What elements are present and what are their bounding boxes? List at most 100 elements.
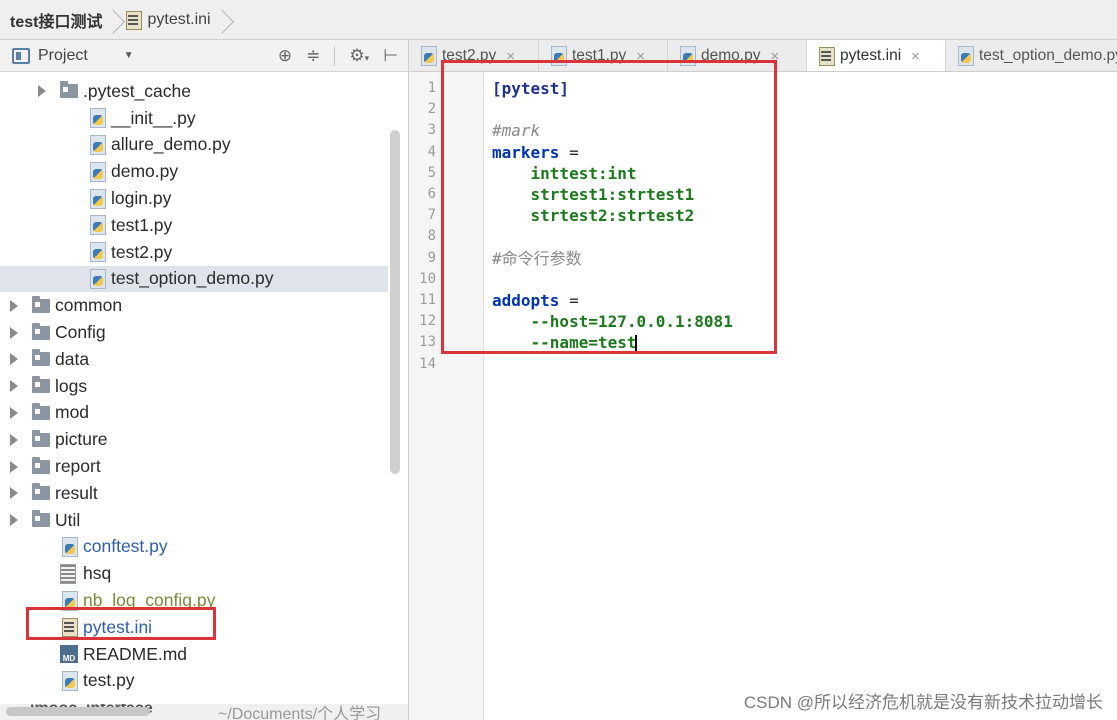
tree-item-label: test1.py bbox=[111, 214, 173, 235]
breadcrumb-separator bbox=[217, 5, 227, 35]
tree-item-label: login.py bbox=[111, 188, 172, 209]
folder-icon bbox=[32, 510, 50, 528]
breadcrumb-separator bbox=[108, 5, 118, 35]
expand-arrow-icon[interactable] bbox=[10, 433, 18, 446]
tree-folder-item[interactable]: .pytest_cache bbox=[0, 78, 388, 105]
editor-tab[interactable]: test_option_demo.py bbox=[946, 40, 1117, 71]
folder-icon bbox=[32, 349, 50, 367]
tree-item-label: test.py bbox=[83, 670, 135, 691]
python-file-icon bbox=[419, 46, 437, 66]
tree-file-item[interactable]: login.py bbox=[0, 185, 388, 212]
root-project-path: ~/Documents/个人学习 bbox=[218, 706, 382, 720]
python-file-icon bbox=[88, 242, 106, 263]
tree-file-item[interactable]: test1.py bbox=[0, 212, 388, 239]
line-number: 1 bbox=[427, 80, 436, 96]
tree-item-label: conftest.py bbox=[83, 536, 168, 557]
editor-tab[interactable]: pytest.ini × bbox=[807, 40, 946, 71]
tree-item-label: result bbox=[55, 482, 98, 503]
tree-item-label: logs bbox=[55, 375, 88, 396]
breadcrumb-file[interactable]: pytest.ini bbox=[118, 0, 216, 39]
line-number: 14 bbox=[419, 355, 436, 372]
line-number: 6 bbox=[427, 186, 436, 202]
python-file-icon bbox=[60, 670, 78, 691]
highlight-box-code bbox=[441, 60, 777, 354]
tab-label: test_option_demo.py bbox=[979, 47, 1117, 64]
python-file-icon bbox=[956, 46, 974, 66]
tree-item-label: common bbox=[55, 295, 123, 316]
collapse-icon[interactable]: ≑ bbox=[306, 46, 320, 66]
folder-icon bbox=[32, 456, 50, 474]
tree-folder-item[interactable]: picture bbox=[0, 426, 388, 453]
target-icon[interactable]: ⊕ bbox=[278, 46, 292, 66]
expand-arrow-icon[interactable] bbox=[10, 353, 18, 366]
python-file-icon bbox=[60, 536, 78, 557]
tree-bottom-row: imooc_interface ~/Documents/个人学习 bbox=[0, 704, 408, 720]
breadcrumb-project[interactable]: test接口测试 bbox=[4, 0, 108, 39]
project-view-selector[interactable]: Project bbox=[38, 47, 88, 65]
expand-arrow-icon[interactable] bbox=[10, 326, 18, 339]
expand-arrow-icon[interactable] bbox=[10, 299, 18, 312]
tree-horizontal-scrollbar[interactable] bbox=[6, 707, 150, 716]
tree-folder-item[interactable]: logs bbox=[0, 373, 388, 400]
ini-file-icon bbox=[124, 10, 143, 30]
tree-file-item[interactable]: test_option_demo.py bbox=[0, 265, 388, 293]
line-number: 12 bbox=[419, 313, 436, 330]
breadcrumb-file-label: pytest.ini bbox=[147, 10, 211, 28]
tree-file-item[interactable]: MD README.md bbox=[0, 641, 388, 668]
tree-file-item[interactable]: hsq bbox=[0, 560, 388, 587]
tree-folder-item[interactable]: Config bbox=[0, 319, 388, 346]
python-file-icon bbox=[88, 108, 106, 129]
chevron-down-icon[interactable]: ▼ bbox=[124, 50, 134, 61]
hide-panel-icon[interactable]: ⊢ bbox=[383, 46, 398, 66]
expand-arrow-icon[interactable] bbox=[10, 406, 18, 419]
expand-arrow-icon[interactable] bbox=[38, 85, 46, 98]
tree-file-item[interactable]: demo.py bbox=[0, 158, 388, 185]
tree-item-label: .pytest_cache bbox=[83, 80, 191, 101]
expand-arrow-icon[interactable] bbox=[10, 460, 18, 473]
project-icon bbox=[12, 47, 30, 64]
line-number: 11 bbox=[419, 292, 436, 308]
breadcrumb: test接口测试 pytest.ini bbox=[0, 0, 1117, 40]
tree-item-label: data bbox=[55, 348, 90, 369]
close-tab-icon[interactable]: × bbox=[911, 48, 920, 65]
tree-item-label: __init__.py bbox=[111, 107, 196, 128]
expand-arrow-icon[interactable] bbox=[10, 514, 18, 527]
tree-folder-item[interactable]: Util bbox=[0, 507, 388, 534]
python-file-icon bbox=[88, 134, 106, 155]
line-number: 2 bbox=[427, 101, 436, 118]
gear-icon[interactable]: ⚙▾ bbox=[349, 46, 369, 66]
tree-folder-item[interactable]: data bbox=[0, 346, 388, 373]
tree-folder-item[interactable]: mod bbox=[0, 400, 388, 427]
tree-file-item[interactable]: test2.py bbox=[0, 239, 388, 266]
tree-folder-item[interactable]: common bbox=[0, 292, 388, 319]
python-file-icon bbox=[88, 161, 106, 182]
expand-arrow-icon[interactable] bbox=[10, 487, 18, 500]
tree-item-label: report bbox=[55, 456, 101, 477]
expand-arrow-icon[interactable] bbox=[10, 380, 18, 393]
markdown-file-icon: MD bbox=[60, 645, 78, 664]
tree-file-item[interactable]: test.py bbox=[0, 668, 388, 695]
ini-file-icon bbox=[817, 46, 835, 66]
line-number: 7 bbox=[427, 207, 436, 224]
line-number: 13 bbox=[419, 334, 436, 351]
tree-file-item[interactable]: __init__.py bbox=[0, 105, 388, 132]
line-number: 4 bbox=[427, 143, 436, 160]
tree-item-label: picture bbox=[55, 429, 108, 450]
project-panel-header: Project ▼ ⊕ ≑ ⚙▾ ⊢ bbox=[0, 40, 408, 72]
line-number: 9 bbox=[427, 249, 436, 266]
tree-item-label: Util bbox=[55, 509, 81, 530]
tree-item-label: README.md bbox=[83, 643, 188, 664]
tree-vertical-scrollbar[interactable] bbox=[390, 130, 400, 474]
python-file-icon bbox=[88, 268, 106, 289]
tree-folder-item[interactable]: report bbox=[0, 453, 388, 480]
line-number: 8 bbox=[427, 228, 436, 245]
line-number: 3 bbox=[427, 122, 436, 139]
python-file-icon bbox=[88, 188, 106, 209]
text-file-icon bbox=[60, 563, 76, 584]
tree-item-label: hsq bbox=[83, 563, 112, 584]
tree-folder-item[interactable]: result bbox=[0, 480, 388, 507]
tree-file-item[interactable]: conftest.py bbox=[0, 534, 388, 561]
folder-icon bbox=[32, 295, 50, 313]
watermark: CSDN @所以经济危机就是没有新技术拉动增长 bbox=[743, 693, 1103, 712]
tree-file-item[interactable]: allure_demo.py bbox=[0, 132, 388, 159]
